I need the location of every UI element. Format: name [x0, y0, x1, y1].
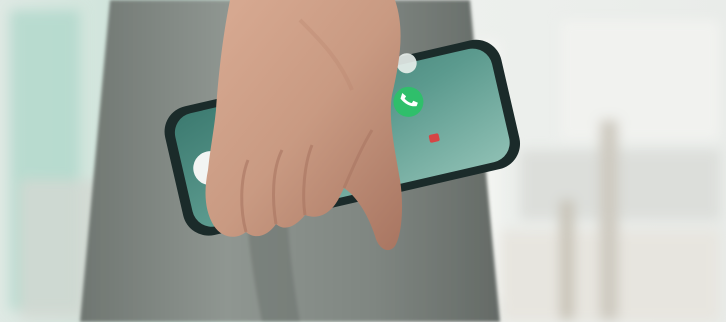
hand	[205, 0, 403, 251]
photo-scene	[0, 0, 726, 322]
scene-svg	[0, 0, 726, 322]
